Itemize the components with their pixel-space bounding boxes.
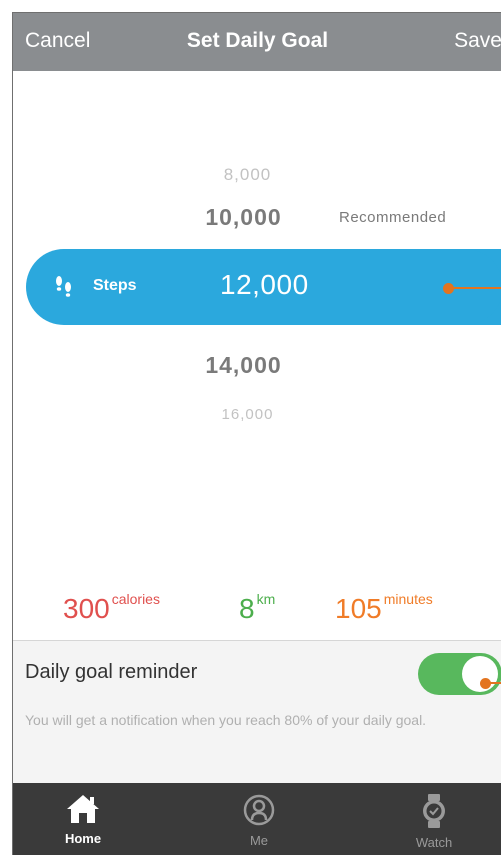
distance-value: 8: [239, 593, 255, 624]
tab-bar: Home Me Watch: [13, 783, 501, 855]
tab-me[interactable]: Me: [209, 783, 309, 855]
selected-steps-value: 12,000: [220, 269, 309, 300]
reminder-description: You will get a notification when you rea…: [25, 712, 427, 728]
footsteps-icon: [56, 276, 71, 297]
annotation-marker-line: [452, 287, 501, 289]
tab-watch[interactable]: Watch: [384, 783, 484, 855]
goal-stats: 300 calories 8 km 105 minutes: [13, 591, 501, 633]
reminder-section: Daily goal reminder You will get a notif…: [13, 641, 501, 783]
annotation-marker-line: [489, 682, 501, 684]
tab-home-label: Home: [64, 831, 102, 846]
home-icon: [67, 795, 99, 823]
picker-option-8000[interactable]: 8,000: [13, 165, 492, 185]
reminder-toggle[interactable]: [418, 653, 501, 695]
picker-option-16000[interactable]: 16,000: [13, 406, 492, 423]
tab-home[interactable]: Home: [33, 783, 133, 855]
calories-value: 300: [63, 593, 110, 624]
save-button[interactable]: Save: [454, 29, 501, 53]
page-title: Set Daily Goal: [186, 29, 329, 52]
watch-icon: [423, 794, 445, 828]
profile-icon: [243, 794, 275, 826]
tab-me-label: Me: [249, 833, 269, 848]
calories-stat: 300 calories: [63, 591, 160, 625]
recommended-label: Recommended: [339, 209, 447, 226]
navigation-bar: Cancel Set Daily Goal Save: [13, 13, 501, 71]
steps-label: Steps: [93, 277, 137, 294]
distance-stat: 8 km: [239, 591, 276, 625]
calories-unit: calories: [111, 591, 160, 607]
time-value: 105: [335, 593, 382, 624]
time-unit: minutes: [383, 591, 433, 607]
time-stat: 105 minutes: [335, 591, 433, 625]
selected-goal-row[interactable]: Steps 12,000: [26, 249, 501, 325]
tab-watch-label: Watch: [415, 835, 453, 850]
distance-unit: km: [256, 591, 276, 607]
phone-screen: Cancel Set Daily Goal Save 8,000 10,000 …: [12, 12, 501, 855]
picker-option-14000[interactable]: 14,000: [13, 352, 488, 379]
reminder-title: Daily goal reminder: [25, 661, 198, 683]
